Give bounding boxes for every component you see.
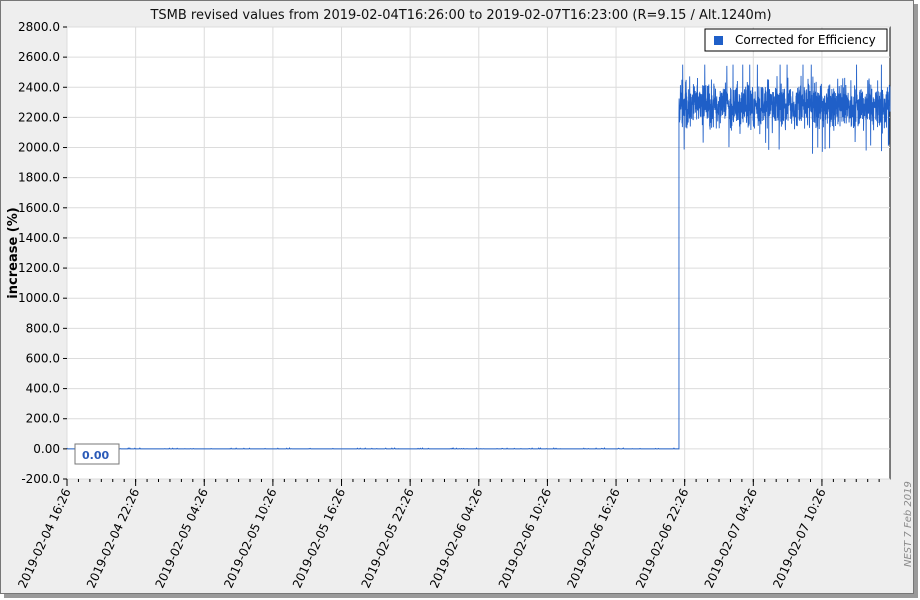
chart-frame: TSMB revised values from 2019-02-04T16:2… [0,0,914,594]
x-tick-label: 2019-02-07 04:26 [702,486,760,590]
y-tick-label: -200.0 [21,472,60,486]
x-tick-label: 2019-02-05 16:26 [290,486,348,590]
y-tick-label: 1800.0 [18,171,60,185]
y-tick-label: 2800.0 [18,20,60,34]
y-tick-label: 600.0 [26,351,60,365]
y-axis-label: increase (%) [6,207,21,298]
chart: TSMB revised values from 2019-02-04T16:2… [6,8,913,590]
x-tick-label: 2019-02-06 04:26 [427,486,485,590]
y-tick-label: 2200.0 [18,110,60,124]
x-tick-label: 2019-02-06 16:26 [564,486,622,590]
legend: Corrected for Efficiency [704,28,888,52]
y-tick-label: 0.00 [33,442,60,456]
y-tick-label: 400.0 [26,382,60,396]
x-tick-label: 2019-02-05 22:26 [358,486,416,590]
x-tick-label: 2019-02-06 10:26 [496,486,554,590]
y-tick-label: 1400.0 [18,231,60,245]
x-axis: 2019-02-04 16:26 2019-02-04 22:26 2019-02-… [15,479,880,590]
zero-annotation: 0.00 [74,443,120,465]
x-tick-label: 2019-02-07 10:26 [770,486,828,590]
y-tick-label: 800.0 [26,321,60,335]
y-tick-label: 1600.0 [18,201,60,215]
x-tick-label: 2019-02-04 16:26 [15,486,73,590]
y-tick-label: 2400.0 [18,80,60,94]
x-tick-label: 2019-02-06 22:26 [633,486,691,590]
credit-label: NEST 7 Feb 2019 [903,481,913,567]
chart-title: TSMB revised values from 2019-02-04T16:2… [149,8,771,23]
x-tick-label: 2019-02-05 04:26 [153,486,211,590]
legend-swatch [714,36,723,45]
y-tick-label: 1200.0 [18,261,60,275]
y-tick-label: 2600.0 [18,50,60,64]
y-tick-label: 200.0 [26,412,60,426]
legend-label: Corrected for Efficiency [735,33,876,47]
y-axis: -200.0 0.00 200.0 400.0 600.0 800.0 1000.0 1200… [18,20,67,486]
y-tick-label: 2000.0 [18,141,60,155]
annotation-value: 0.00 [82,449,109,462]
x-tick-label: 2019-02-05 10:26 [221,486,279,590]
y-tick-label: 1000.0 [18,291,60,305]
x-tick-label: 2019-02-04 22:26 [84,486,142,590]
